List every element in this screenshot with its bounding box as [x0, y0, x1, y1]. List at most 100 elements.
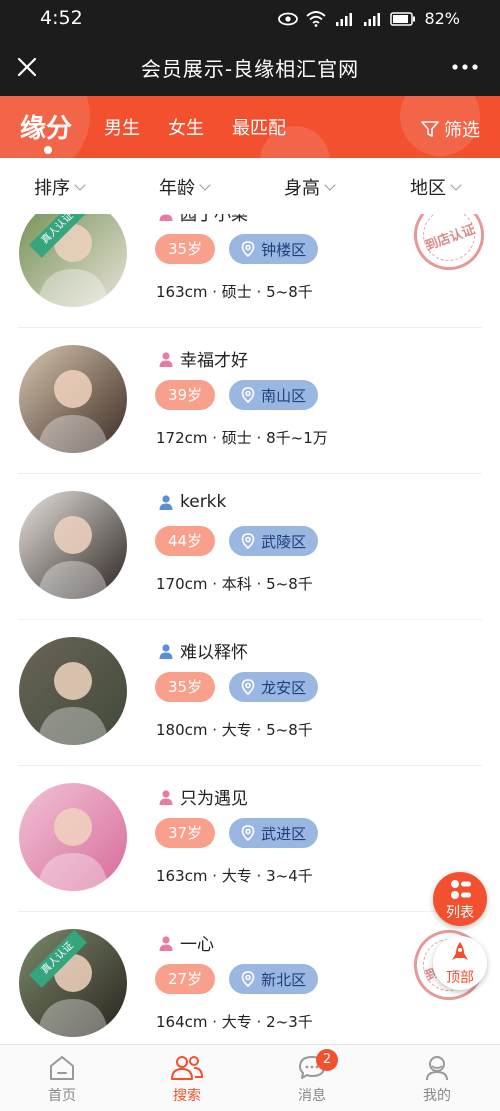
- member-card[interactable]: kerkk 44岁 武陵区 170cm · 本科 · 5~8千: [0, 474, 500, 620]
- tab-fate[interactable]: 缘分: [20, 108, 72, 145]
- district-label: 钟楼区: [261, 240, 307, 259]
- male-user-icon: [159, 643, 173, 659]
- district-tag: 龙安区: [229, 672, 319, 702]
- location-pin-icon: [241, 533, 255, 549]
- avatar-photo: [19, 214, 127, 307]
- name-row: 一心: [158, 930, 214, 955]
- member-card[interactable]: 幸福才好 39岁 南山区 172cm · 硕士 · 8千~1万: [0, 328, 500, 474]
- nav-profile-label: 我的: [423, 1088, 451, 1104]
- member-info: 163cm · 大专 · 3~4千: [156, 867, 313, 885]
- age-tag: 37岁: [155, 818, 216, 848]
- chevron-down-icon: [324, 178, 336, 191]
- tag-row: 39岁 南山区: [155, 380, 319, 410]
- bottom-nav: 首页 搜索 2 消息 我的: [0, 1044, 500, 1111]
- sort-dropdown[interactable]: 排序: [34, 174, 86, 200]
- list-view-button[interactable]: 列表: [433, 872, 487, 926]
- member-name: 一心: [180, 935, 214, 955]
- district-tag: 钟楼区: [229, 234, 319, 264]
- member-card[interactable]: 真人认证 园丁小菜 35岁 钟楼区 163cm · 硕士 · 5~8千 到店认证: [0, 214, 500, 328]
- tab-bar: 缘分 男生 女生 最匹配 筛选: [0, 96, 500, 158]
- district-tag: 武进区: [229, 818, 319, 848]
- female-user-icon: [159, 351, 173, 367]
- female-user-icon: [159, 214, 173, 221]
- member-info: 172cm · 硕士 · 8千~1万: [156, 429, 328, 447]
- district-label: 南山区: [261, 386, 307, 405]
- status-time: 4:52: [40, 7, 83, 29]
- avatar-photo: [19, 637, 127, 745]
- avatar[interactable]: [19, 637, 127, 745]
- unread-badge: 2: [316, 1049, 338, 1071]
- nav-messages-label: 消息: [298, 1088, 326, 1104]
- people-icon: [171, 1056, 204, 1080]
- list-view-label: 列表: [446, 905, 474, 921]
- district-label: 武陵区: [261, 532, 307, 551]
- male-user-icon: [159, 495, 173, 510]
- age-tag: 44岁: [155, 526, 216, 556]
- member-list[interactable]: 真人认证 园丁小菜 35岁 钟楼区 163cm · 硕士 · 5~8千 到店认证 幸福才好 3…: [0, 214, 500, 1044]
- tab-best-match[interactable]: 最匹配: [232, 114, 286, 140]
- sort-label: 排序: [34, 178, 70, 199]
- age-tag: 39岁: [155, 380, 216, 410]
- avatar[interactable]: 真人认证: [19, 214, 127, 307]
- home-icon: [50, 1056, 74, 1080]
- battery-level: 82%: [424, 9, 460, 28]
- avatar-photo: [19, 783, 127, 891]
- stamp-label: 到店认证: [423, 222, 478, 255]
- age-dropdown[interactable]: 年龄: [159, 174, 211, 200]
- tag-row: 35岁 龙安区: [155, 672, 319, 702]
- avatar-photo: [19, 345, 127, 453]
- rocket-icon: [452, 942, 468, 960]
- name-row: 幸福才好: [158, 346, 248, 371]
- location-pin-icon: [241, 679, 255, 695]
- more-icon[interactable]: [450, 55, 480, 79]
- location-pin-icon: [241, 825, 255, 841]
- active-tab-indicator: [44, 146, 52, 154]
- member-name: 幸福才好: [180, 351, 248, 371]
- tag-row: 27岁 新北区: [155, 964, 319, 994]
- avatar[interactable]: 真人认证: [19, 929, 127, 1037]
- member-card[interactable]: 难以释怀 35岁 龙安区 180cm · 大专 · 5~8千: [0, 620, 500, 766]
- age-tag: 35岁: [155, 234, 216, 264]
- member-card[interactable]: 真人认证一心27岁新北区164cm · 大专 · 2~3千到店认证: [0, 912, 500, 1044]
- member-card[interactable]: 只为遇见 37岁 武进区 163cm · 大专 · 3~4千: [0, 766, 500, 912]
- height-dropdown[interactable]: 身高: [284, 174, 336, 200]
- page-title: 会员展示-良缘相汇官网: [140, 57, 360, 81]
- tag-row: 44岁 武陵区: [155, 526, 319, 556]
- grid-icon: [451, 880, 471, 899]
- member-info: 164cm · 大专 · 2~3千: [156, 1013, 313, 1031]
- location-pin-icon: [241, 971, 255, 987]
- battery-icon: [390, 11, 416, 26]
- tab-female[interactable]: 女生: [168, 114, 204, 140]
- chevron-down-icon: [450, 178, 462, 191]
- district-tag: 武陵区: [229, 526, 319, 556]
- member-name: kerkk: [180, 492, 227, 512]
- nav-search[interactable]: 搜索: [147, 1053, 227, 1105]
- name-row: 只为遇见: [158, 784, 248, 809]
- back-to-top-button[interactable]: 顶部: [433, 936, 487, 990]
- back-to-top-label: 顶部: [446, 970, 474, 986]
- avatar[interactable]: [19, 783, 127, 891]
- nav-profile[interactable]: 我的: [397, 1053, 477, 1105]
- tag-row: 37岁 武进区: [155, 818, 319, 848]
- member-name: 难以释怀: [180, 643, 248, 663]
- nav-messages[interactable]: 2 消息: [272, 1049, 352, 1105]
- district-label: 新北区: [261, 970, 307, 989]
- status-bar: 4:52 82%: [0, 0, 500, 38]
- tag-row: 35岁 钟楼区: [155, 234, 319, 264]
- status-icons: 82%: [278, 9, 460, 28]
- district-label: 武进区: [261, 824, 307, 843]
- name-row: 园丁小菜: [158, 214, 248, 225]
- tab-male[interactable]: 男生: [104, 114, 140, 140]
- avatar[interactable]: [19, 345, 127, 453]
- region-dropdown[interactable]: 地区: [410, 174, 462, 200]
- avatar[interactable]: [19, 491, 127, 599]
- filter-button[interactable]: 筛选: [420, 116, 480, 142]
- avatar-photo: [19, 491, 127, 599]
- name-row: 难以释怀: [158, 638, 248, 663]
- age-tag: 35岁: [155, 672, 216, 702]
- district-tag: 新北区: [229, 964, 319, 994]
- eye-icon: [278, 12, 299, 25]
- region-label: 地区: [410, 178, 446, 199]
- title-bar: 会员展示-良缘相汇官网: [0, 38, 500, 96]
- nav-home[interactable]: 首页: [22, 1053, 102, 1105]
